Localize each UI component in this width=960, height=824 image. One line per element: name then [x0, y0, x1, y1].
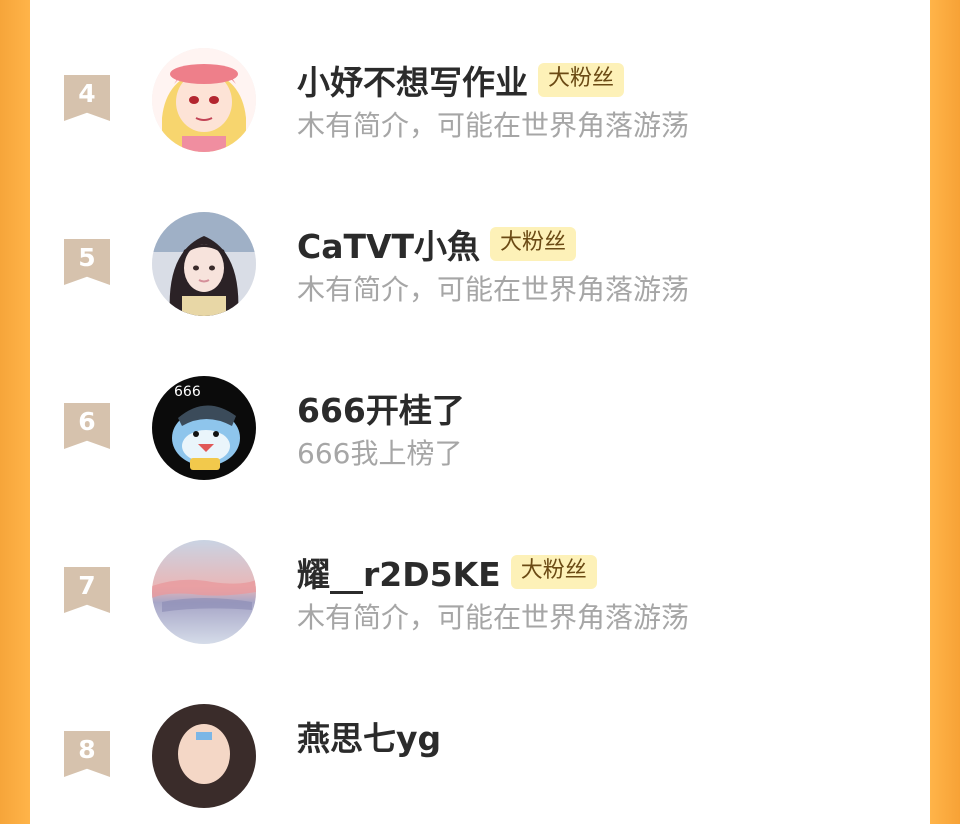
user-name-text: 燕思七yg [297, 719, 442, 758]
user-name-text: 小妤不想写作业 [297, 63, 528, 102]
svg-text:666: 666 [174, 384, 201, 400]
rank-ribbon: 7 [64, 567, 110, 613]
user-bio: 木有简介，可能在世界角落游荡 [297, 273, 690, 306]
user-name[interactable]: 耀__r2D5KE 大粉丝 [297, 548, 597, 596]
big-fan-badge: 大粉丝 [490, 227, 577, 261]
ranking-row[interactable]: 7 耀__r2D5KE 大粉丝 木有简介，可能在世界角落游荡 [30, 540, 930, 660]
user-name[interactable]: 666开桂了 [297, 384, 465, 432]
shark-cartoon-avatar[interactable]: 666 [152, 376, 256, 480]
ranking-list: 4 小妤不想写作业 大粉丝 木有简介，可能在世界角落游荡 5 CaTVT小魚 大… [30, 0, 930, 808]
user-name[interactable]: 小妤不想写作业 大粉丝 [297, 56, 625, 104]
user-name-text: 666开桂了 [297, 391, 465, 430]
user-bio: 木有简介，可能在世界角落游荡 [297, 109, 690, 142]
rank-ribbon: 4 [64, 75, 110, 121]
rank-ribbon: 8 [64, 731, 110, 777]
girl-photo-avatar[interactable] [152, 212, 256, 316]
ranking-row[interactable]: 6 666 666开桂了 666我上榜了 [30, 376, 930, 496]
user-bio: 666我上榜了 [297, 437, 463, 470]
ranking-row[interactable]: 8 燕思七yg [30, 704, 930, 824]
rank-ribbon: 6 [64, 403, 110, 449]
girl-face-avatar[interactable] [152, 704, 256, 808]
user-name-text: 耀__r2D5KE [297, 555, 501, 594]
big-fan-badge: 大粉丝 [538, 63, 625, 97]
user-name[interactable]: CaTVT小魚 大粉丝 [297, 220, 577, 268]
big-fan-badge: 大粉丝 [510, 555, 597, 589]
ranking-row[interactable]: 4 小妤不想写作业 大粉丝 木有简介，可能在世界角落游荡 [30, 48, 930, 168]
ranking-row[interactable]: 5 CaTVT小魚 大粉丝 木有简介，可能在世界角落游荡 [30, 212, 930, 332]
sunset-sky-avatar[interactable] [152, 540, 256, 644]
rank-ribbon: 5 [64, 239, 110, 285]
pink-hair-cartoon-avatar[interactable] [152, 48, 256, 152]
user-name[interactable]: 燕思七yg [297, 712, 441, 760]
user-name-text: CaTVT小魚 [297, 227, 481, 266]
user-bio: 木有简介，可能在世界角落游荡 [297, 601, 690, 634]
